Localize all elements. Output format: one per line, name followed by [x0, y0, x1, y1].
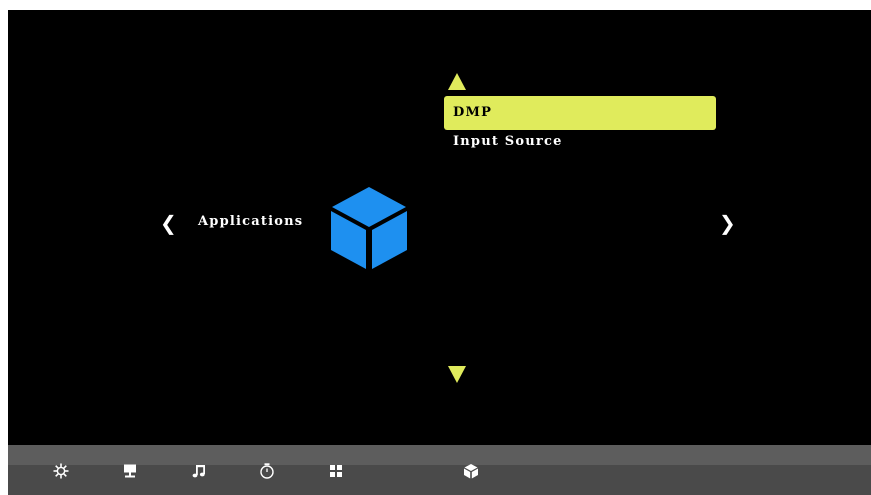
apps-grid-icon[interactable] — [328, 463, 344, 479]
bottom-nav-bar — [8, 445, 871, 495]
scroll-up-icon[interactable] — [448, 73, 466, 90]
chevron-right-icon[interactable]: ❯ — [719, 213, 736, 233]
category-label: Applications — [198, 214, 304, 229]
cube-icon — [331, 187, 407, 269]
display-icon[interactable] — [122, 463, 138, 479]
cube-nav-icon[interactable] — [463, 463, 479, 479]
settings-icon[interactable] — [53, 463, 69, 479]
chevron-left-icon[interactable]: ❮ — [160, 213, 177, 233]
menu-item-input-source[interactable]: Input Source — [444, 125, 716, 159]
music-icon[interactable] — [191, 463, 207, 479]
clock-icon[interactable] — [259, 463, 275, 479]
scroll-down-icon[interactable] — [448, 366, 466, 383]
tv-menu-screen: DMP Input Source ❮ Applications ❯ — [8, 10, 871, 495]
